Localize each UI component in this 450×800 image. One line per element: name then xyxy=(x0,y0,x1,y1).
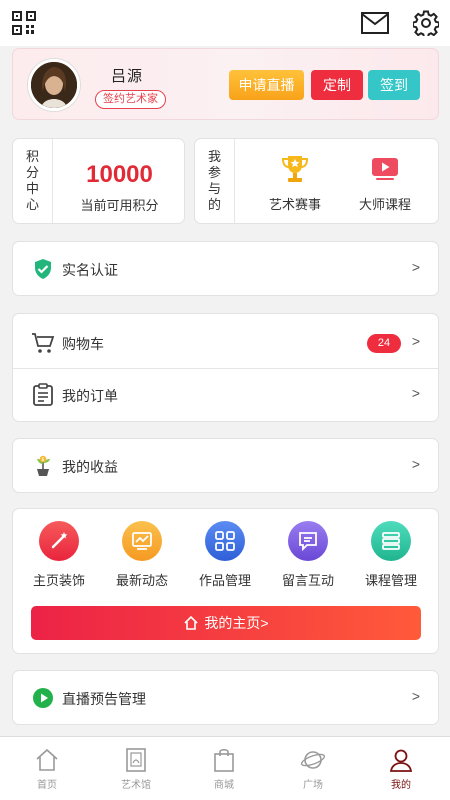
user-name: 吕源 xyxy=(111,68,144,85)
verify-row[interactable]: 实名认证 > xyxy=(13,243,438,295)
chevron-right-icon: > xyxy=(411,333,420,349)
tab-home[interactable]: 首页 xyxy=(12,747,82,791)
cart-icon xyxy=(32,333,55,353)
verify-card: 实名认证 > xyxy=(12,241,439,296)
apply-live-button[interactable]: 申请直播 xyxy=(229,70,304,100)
art-competition-label: 艺术赛事 xyxy=(268,197,321,212)
play-circle-icon xyxy=(33,688,53,708)
art-competition-item[interactable]: 艺术赛事 xyxy=(250,153,340,213)
income-row[interactable]: $ 我的收益 > xyxy=(13,440,438,492)
sign-in-button[interactable]: 签到 xyxy=(368,70,420,100)
tab-mall[interactable]: 商城 xyxy=(189,747,259,791)
tab-mall-label: 商城 xyxy=(214,780,234,791)
orders-label: 我的订单 xyxy=(62,388,118,404)
master-course-label: 大师课程 xyxy=(358,197,411,212)
points-center-label: 积分 中心 xyxy=(13,139,53,223)
homepage-decor-label: 主页装饰 xyxy=(32,573,85,588)
chevron-right-icon: > xyxy=(411,456,420,472)
magic-wand-icon xyxy=(39,521,79,561)
money-plant-icon: $ xyxy=(37,455,50,476)
mail-icon[interactable] xyxy=(361,12,389,34)
master-course-item[interactable]: 大师课程 xyxy=(340,153,430,213)
points-value: 10000 xyxy=(86,161,153,188)
live-preview-row[interactable]: 直播预告管理 > xyxy=(13,672,438,724)
top-bar xyxy=(0,0,450,46)
message-icon xyxy=(288,521,328,561)
shopping-bag-icon xyxy=(214,748,234,772)
avatar-portrait xyxy=(31,62,77,108)
video-play-icon xyxy=(372,158,398,180)
bottom-tab-bar: 首页 艺术馆 商城 广场 我的 xyxy=(0,736,450,800)
message-interaction-label: 留言互动 xyxy=(281,573,334,588)
tab-square[interactable]: 广场 xyxy=(278,747,348,791)
my-participation-card: 我参 与的 艺术赛事 大师课程 xyxy=(194,138,439,224)
profile-card: 吕源 签约艺术家 申请直播 定制 签到 xyxy=(12,48,439,120)
shopping-card: 购物车 24 > 我的订单 > xyxy=(12,313,439,422)
tab-gallery-label: 艺术馆 xyxy=(121,780,151,791)
user-icon xyxy=(389,749,413,772)
verify-label: 实名认证 xyxy=(62,262,118,278)
latest-news-label: 最新动态 xyxy=(115,573,168,588)
income-label: 我的收益 xyxy=(62,459,118,475)
homepage-decor-tool[interactable]: 主页装饰 xyxy=(19,521,99,589)
gear-icon[interactable] xyxy=(413,10,439,36)
tab-home-label: 首页 xyxy=(37,780,57,791)
works-management-label: 作品管理 xyxy=(198,573,251,588)
cart-label: 购物车 xyxy=(62,336,104,352)
live-preview-card: 直播预告管理 > xyxy=(12,670,439,725)
course-management-label: 课程管理 xyxy=(364,573,417,588)
home-icon xyxy=(36,748,58,771)
my-homepage-label: 我的主页> xyxy=(204,615,269,631)
svg-text:$: $ xyxy=(41,457,44,463)
income-card: $ 我的收益 > xyxy=(12,438,439,493)
chevron-right-icon: > xyxy=(411,688,420,704)
works-management-tool[interactable]: 作品管理 xyxy=(185,521,265,589)
orders-row[interactable]: 我的订单 > xyxy=(13,369,438,421)
cart-count-badge: 24 xyxy=(367,334,401,353)
artist-badge: 签约艺术家 xyxy=(95,90,166,109)
qr-code-icon[interactable] xyxy=(12,11,36,35)
trend-chart-icon xyxy=(122,521,162,561)
points-center-card[interactable]: 积分 中心 10000 当前可用积分 xyxy=(12,138,185,224)
trophy-icon xyxy=(281,156,309,182)
home-icon xyxy=(184,615,198,630)
gallery-icon xyxy=(126,748,146,772)
tab-square-label: 广场 xyxy=(303,780,323,791)
latest-news-tool[interactable]: 最新动态 xyxy=(102,521,182,589)
books-icon xyxy=(371,521,411,561)
participation-label: 我参 与的 xyxy=(195,139,235,223)
points-caption: 当前可用积分 xyxy=(80,198,159,213)
avatar[interactable] xyxy=(28,59,80,111)
shield-check-icon xyxy=(35,259,51,279)
tab-mine[interactable]: 我的 xyxy=(366,747,436,791)
chevron-right-icon: > xyxy=(411,385,420,401)
grid-icon xyxy=(205,521,245,561)
tab-gallery[interactable]: 艺术馆 xyxy=(101,747,171,791)
live-preview-label: 直播预告管理 xyxy=(62,691,146,707)
my-homepage-button[interactable]: 我的主页> xyxy=(31,606,421,640)
tools-card: 主页装饰 最新动态 作品管理 留言互动 课程管理 我的主页> xyxy=(12,508,439,654)
order-list-icon xyxy=(33,383,53,406)
tab-mine-label: 我的 xyxy=(391,780,411,791)
planet-icon xyxy=(300,751,326,769)
course-management-tool[interactable]: 课程管理 xyxy=(351,521,431,589)
chevron-right-icon: > xyxy=(411,259,420,275)
cart-row[interactable]: 购物车 24 > xyxy=(13,317,438,369)
custom-order-button[interactable]: 定制 xyxy=(311,70,363,100)
message-interaction-tool[interactable]: 留言互动 xyxy=(268,521,348,589)
